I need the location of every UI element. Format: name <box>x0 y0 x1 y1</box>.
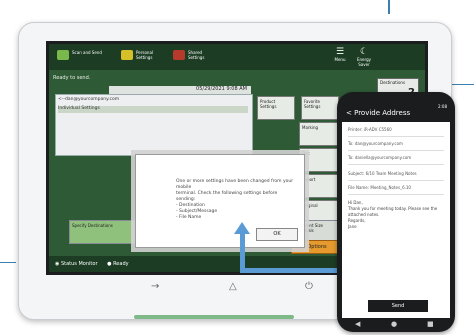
scan-send-button[interactable]: Scan and Send <box>57 48 107 66</box>
moon-icon: ☾ <box>359 47 369 57</box>
doc-button[interactable]: Doc <box>299 148 339 172</box>
report-button[interactable]: Report <box>299 174 339 198</box>
destination-list[interactable]: <--dan@yourcompany.com Individual Settin… <box>55 94 253 156</box>
status-text: Ready to send. <box>53 75 91 81</box>
status-monitor-label[interactable]: Status Monitor <box>61 261 98 267</box>
shared-settings-button[interactable]: Shared Settings <box>173 48 223 66</box>
datetime: 05/29/2021 9:08 AM <box>109 86 251 94</box>
arrow-vertical <box>240 232 245 272</box>
body-line: Jane <box>348 224 357 229</box>
personal-settings-label: Personal Settings <box>136 50 154 60</box>
arrow-horizontal <box>240 268 340 273</box>
status-monitor-icon: ◉ <box>55 261 60 267</box>
menu-label: Menu <box>334 57 346 62</box>
shared-settings-icon <box>173 50 185 60</box>
dialog-line: - File Name <box>176 215 202 220</box>
settings-changed-dialog: One or more settings have been changed f… <box>135 154 305 248</box>
shared-settings-label: Shared Settings <box>188 50 205 60</box>
favorite-settings-button[interactable]: Favorite Settings <box>301 96 339 120</box>
counter-label: Destinations <box>380 80 406 85</box>
phone-back-icon[interactable]: ◀ <box>355 320 360 328</box>
top-bar: Scan and Send Personal Settings Shared S… <box>49 44 425 70</box>
product-settings-button[interactable]: Product Settings <box>257 96 295 120</box>
phone-device: < Provide Address 2:08 Printer: iR-ADV C… <box>337 92 455 332</box>
scan-send-label: Scan and Send <box>72 50 102 55</box>
arrow-head-icon <box>234 222 250 234</box>
destination-row[interactable]: Individual Settings <box>58 106 248 113</box>
phone-recents-icon[interactable]: ■ <box>427 320 434 328</box>
personal-settings-icon <box>121 50 133 60</box>
personal-settings-button[interactable]: Personal Settings <box>121 48 171 66</box>
ready-icon: ● <box>107 261 112 267</box>
ready-label: Ready <box>113 261 129 267</box>
send-button[interactable]: Send <box>368 300 428 312</box>
scan-send-icon <box>57 50 69 60</box>
bg-line-left <box>0 262 16 263</box>
bg-line-top <box>388 0 390 14</box>
dialog-message: One or more settings have been changed f… <box>176 179 296 221</box>
dialog-ok-button[interactable]: OK <box>256 228 298 241</box>
file-name-field[interactable]: File Name: Meeting_Notes_6.10 <box>348 182 444 195</box>
printer-label: Printer: iR-ADV C5560 <box>348 124 444 137</box>
energy-saver-button[interactable]: ☾ Energy Saver <box>355 47 373 67</box>
provide-address-title[interactable]: < Provide Address <box>346 109 410 117</box>
phone-time: 2:08 <box>438 104 447 109</box>
dialog-line: terminal. Check the following settings b… <box>176 191 278 202</box>
to-email-1[interactable]: To: dan@yourcompany.com <box>348 138 444 151</box>
destination-row[interactable]: <--dan@yourcompany.com <box>58 97 248 104</box>
marking-button[interactable]: Marking <box>299 122 339 146</box>
dialog-line: One or more settings have been changed f… <box>176 179 294 190</box>
phone-home-icon[interactable]: ● <box>391 320 397 328</box>
menu-button[interactable]: ☰ Menu <box>331 47 349 67</box>
specify-destinations-button[interactable]: Specify Destinations <box>69 220 139 244</box>
phone-header: < Provide Address 2:08 <box>342 104 450 122</box>
progress-bar <box>134 315 294 319</box>
to-email-2[interactable]: To: daniella@yourcompany.com <box>348 152 444 165</box>
subject-field[interactable]: Subject: 6/10 Team Meeting Notes <box>348 168 444 181</box>
message-body[interactable]: Hi Dan, Thank you for meeting today. Ple… <box>348 200 444 230</box>
power-icon[interactable]: ⏻ <box>305 281 313 292</box>
energy-saver-label: Energy Saver <box>356 57 371 67</box>
phone-screen: < Provide Address 2:08 Printer: iR-ADV C… <box>342 104 450 318</box>
menu-icon: ☰ <box>335 47 345 57</box>
body-line: Thank you for meeting today. Please see … <box>348 206 438 217</box>
back-arrow-icon[interactable]: → <box>151 281 159 292</box>
warning-icon[interactable]: △ <box>229 281 237 292</box>
